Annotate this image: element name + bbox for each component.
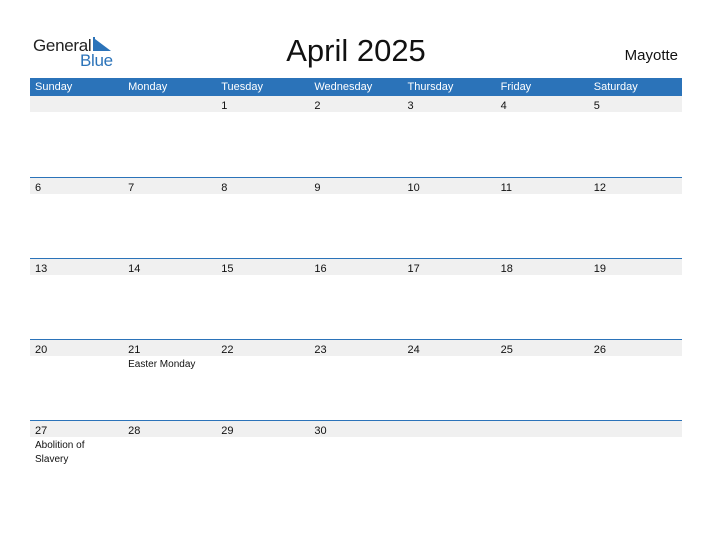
weekday-friday: Friday bbox=[500, 81, 532, 93]
week-row: 13 14 15 16 17 18 19 bbox=[30, 258, 682, 339]
day-number: 16 bbox=[314, 263, 327, 275]
day-number: 20 bbox=[35, 344, 48, 356]
day-cell: 28 bbox=[123, 421, 216, 437]
day-cell: 13 bbox=[30, 259, 123, 275]
day-number: 13 bbox=[35, 263, 48, 275]
day-cell: 17 bbox=[403, 259, 496, 275]
weekday-wednesday: Wednesday bbox=[314, 81, 373, 93]
day-number: 26 bbox=[593, 344, 606, 356]
day-number: 27 bbox=[35, 425, 48, 437]
day-cell: 2 bbox=[309, 96, 402, 112]
week-row: 27 Abolition of Slavery 28 29 30 bbox=[30, 420, 682, 501]
day-cell: 8 bbox=[216, 178, 309, 194]
weekday-header: Sunday Monday Tuesday Wednesday Thursday… bbox=[30, 78, 682, 96]
day-number: 19 bbox=[593, 263, 606, 275]
day-cell: 27 Abolition of Slavery bbox=[30, 421, 123, 465]
day-number: 9 bbox=[314, 182, 321, 194]
day-cell: 14 bbox=[123, 259, 216, 275]
weeks-container: 1 2 3 4 5 6 7 8 9 10 11 12 13 14 15 16 17 18 19 20 21 Easter … bbox=[30, 96, 682, 501]
week-row: 1 2 3 4 5 bbox=[30, 96, 682, 177]
day-number: 7 bbox=[128, 182, 135, 194]
day-cell: 23 bbox=[309, 340, 402, 356]
day-cell bbox=[403, 421, 496, 437]
day-number: 25 bbox=[500, 344, 513, 356]
day-cell: 25 bbox=[496, 340, 589, 356]
date-band: 6 7 8 9 10 11 12 bbox=[30, 178, 682, 194]
day-number: 24 bbox=[407, 344, 420, 356]
day-cell: 1 bbox=[216, 96, 309, 112]
day-number: 12 bbox=[593, 182, 606, 194]
weekday-tuesday: Tuesday bbox=[221, 81, 264, 93]
week-row: 6 7 8 9 10 11 12 bbox=[30, 177, 682, 258]
holiday-label: Abolition of Slavery bbox=[35, 440, 85, 465]
day-cell: 3 bbox=[403, 96, 496, 112]
day-cell: 5 bbox=[589, 96, 682, 112]
calendar-title: April 2025 bbox=[286, 33, 426, 68]
day-cell: 12 bbox=[589, 178, 682, 194]
day-cell: 21 Easter Monday bbox=[123, 340, 216, 370]
day-number: 15 bbox=[221, 263, 234, 275]
day-cell: 20 bbox=[30, 340, 123, 356]
day-cell: 18 bbox=[496, 259, 589, 275]
day-number: 11 bbox=[500, 182, 513, 194]
weekday-sunday: Sunday bbox=[35, 81, 73, 93]
day-cell: 22 bbox=[216, 340, 309, 356]
day-number: 10 bbox=[407, 182, 420, 194]
day-number: 21 bbox=[128, 344, 141, 356]
day-cell bbox=[589, 421, 682, 437]
day-number: 17 bbox=[407, 263, 420, 275]
day-cell: 4 bbox=[496, 96, 589, 112]
day-number: 23 bbox=[314, 344, 327, 356]
day-cell: 24 bbox=[403, 340, 496, 356]
holiday-label: Easter Monday bbox=[128, 359, 196, 370]
date-band: 27 Abolition of Slavery 28 29 30 bbox=[30, 421, 682, 465]
day-cell: 19 bbox=[589, 259, 682, 275]
day-cell: 7 bbox=[123, 178, 216, 194]
day-number: 4 bbox=[500, 100, 507, 112]
country-label: Mayotte bbox=[624, 47, 678, 64]
day-cell: 11 bbox=[496, 178, 589, 194]
day-number: 6 bbox=[35, 182, 42, 194]
day-number: 5 bbox=[593, 100, 600, 112]
weekday-saturday: Saturday bbox=[593, 81, 638, 93]
day-cell: 6 bbox=[30, 178, 123, 194]
day-cell bbox=[123, 96, 216, 112]
day-number: 3 bbox=[407, 100, 414, 112]
day-number: 1 bbox=[221, 100, 228, 112]
date-band: 1 2 3 4 5 bbox=[30, 96, 682, 112]
day-cell: 10 bbox=[403, 178, 496, 194]
day-number: 2 bbox=[314, 100, 321, 112]
day-number: 30 bbox=[314, 425, 327, 437]
day-cell: 16 bbox=[309, 259, 402, 275]
date-band: 13 14 15 16 17 18 19 bbox=[30, 259, 682, 275]
week-row: 20 21 Easter Monday 22 23 24 25 26 bbox=[30, 339, 682, 420]
day-cell: 29 bbox=[216, 421, 309, 437]
day-number: 14 bbox=[128, 263, 141, 275]
day-cell: 15 bbox=[216, 259, 309, 275]
date-band: 20 21 Easter Monday 22 23 24 25 26 bbox=[30, 340, 682, 370]
day-number: 28 bbox=[128, 425, 141, 437]
day-number: 29 bbox=[221, 425, 234, 437]
calendar-grid: Sunday Monday Tuesday Wednesday Thursday… bbox=[30, 78, 682, 501]
day-number: 8 bbox=[221, 182, 228, 194]
day-number: 18 bbox=[500, 263, 513, 275]
day-number: 22 bbox=[221, 344, 234, 356]
day-cell bbox=[496, 421, 589, 437]
weekday-monday: Monday bbox=[128, 81, 168, 93]
day-cell: 26 bbox=[589, 340, 682, 356]
day-cell: 30 bbox=[309, 421, 402, 437]
weekday-thursday: Thursday bbox=[407, 81, 454, 93]
day-cell bbox=[30, 96, 123, 112]
day-cell: 9 bbox=[309, 178, 402, 194]
